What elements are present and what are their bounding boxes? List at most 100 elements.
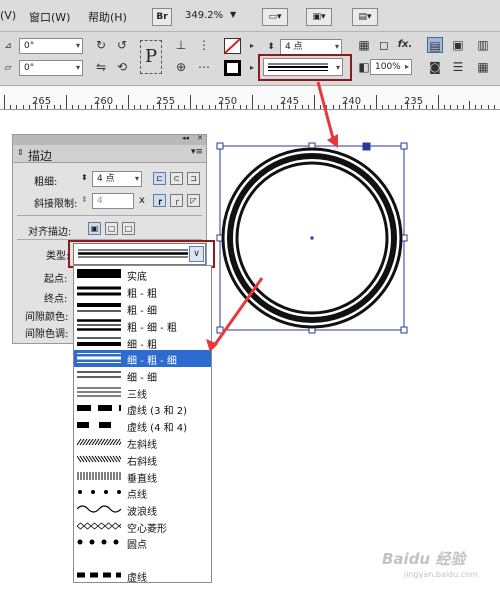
stroke-type-white-diamond[interactable]: 空心菱形	[74, 518, 211, 535]
stroke-type-label: 实底	[127, 272, 147, 283]
menu-view[interactable]: (V)	[0, 9, 16, 22]
menu-window[interactable]: 窗口(W)	[29, 9, 70, 25]
drop-shadow-icon[interactable]: ▦	[356, 37, 372, 53]
stroke-type-label: 虚线 (4 和 4)	[127, 423, 188, 434]
bridge-button[interactable]: Br	[152, 8, 172, 26]
join-round-icon[interactable]: ╭	[170, 194, 183, 207]
ruler-tick	[307, 105, 309, 109]
ruler-tick	[59, 105, 61, 109]
collapse-icon[interactable]: ◂◂	[182, 134, 189, 142]
frame-corner-handle[interactable]	[362, 142, 371, 151]
stroke-type-thin-thick-thin[interactable]: 细 - 粗 - 细	[74, 350, 211, 367]
arrange-documents-icon[interactable]: ▤▾	[352, 8, 378, 26]
view-options-icon[interactable]: ▭▾	[262, 8, 288, 26]
stroke-type-dashed-3-2[interactable]: 虚线 (3 和 2)	[74, 400, 211, 417]
wrap-next-column-icon[interactable]: ☰	[450, 59, 466, 75]
align-center-icon[interactable]: ⊕	[173, 59, 189, 75]
align-outside-stroke-icon[interactable]: □	[122, 222, 135, 235]
flip-icon[interactable]: ⇋	[93, 59, 109, 75]
stroke-type-thick-thin[interactable]: 粗 - 细	[74, 300, 211, 317]
panel-menu-icon[interactable]: ▾≡	[191, 147, 203, 157]
stroke-type-japanese-dots[interactable]: 圆点	[74, 534, 211, 551]
stroke-type-solid[interactable]: 实底	[74, 266, 211, 283]
cap-round-icon[interactable]: ⊂	[170, 172, 183, 185]
wrap-none-icon[interactable]: ▤	[427, 37, 443, 53]
triple-icon	[77, 387, 121, 397]
join-bevel-icon[interactable]: ◸	[187, 194, 200, 207]
stroke-type-label: 三线	[127, 390, 147, 401]
weight-spinner-icon[interactable]: ⬍	[81, 173, 88, 182]
wrap-invert-icon[interactable]: ▦	[475, 59, 491, 75]
panel-title[interactable]: 描边	[28, 147, 52, 164]
cap-square-icon[interactable]: ⊐	[187, 172, 200, 185]
ruler-tick	[165, 105, 167, 109]
effects-icon[interactable]: ◻	[376, 37, 392, 53]
stroke-weight-spinner-icon[interactable]: ⬍	[263, 39, 279, 55]
divider	[17, 215, 202, 216]
stroke-type-wavy[interactable]: 波浪线	[74, 501, 211, 518]
horizontal-ruler[interactable]: 265 260 255 250 245 240 235	[0, 86, 500, 110]
ruler-tick	[326, 105, 328, 109]
fill-swatch-icon[interactable]	[224, 38, 241, 54]
miter-x-label: x	[139, 195, 145, 206]
watermark: Baidu 经验	[382, 550, 466, 568]
circle-artwork[interactable]	[210, 136, 420, 336]
frame-handle[interactable]	[216, 326, 224, 334]
wavy-icon	[77, 505, 121, 513]
wrap-jump-icon[interactable]: ◙	[427, 59, 443, 75]
stroke-type-dotted[interactable]: 点线	[74, 484, 211, 501]
center-point	[310, 236, 314, 240]
frame-handle[interactable]	[216, 142, 224, 150]
select-container-icon[interactable]: ⋮	[196, 37, 212, 53]
fx-icon[interactable]: fx.	[397, 37, 413, 53]
zoom-chevron-icon[interactable]: ▼	[230, 10, 236, 19]
zoom-level[interactable]: 349.2%	[185, 10, 223, 21]
stroke-type-list[interactable]: 实底粗 - 粗粗 - 细粗 - 细 - 粗细 - 粗细 - 粗 - 细细 - 细…	[73, 265, 212, 584]
join-miter-icon[interactable]: ┏	[153, 194, 166, 207]
ruler-tick	[159, 101, 160, 109]
frame-handle[interactable]	[400, 326, 408, 334]
select-content-icon[interactable]: ⋯	[196, 59, 212, 75]
stroke-type-thick-thick[interactable]: 粗 - 粗	[74, 283, 211, 300]
weight-field[interactable]: 4 点 ▾	[92, 171, 142, 187]
wrap-bounding-icon[interactable]: ▣	[450, 37, 466, 53]
stroke-weight-field[interactable]: 4 点 ▾	[280, 39, 342, 55]
stroke-type-thin-thin[interactable]: 细 - 细	[74, 367, 211, 384]
stroke-type-thin-thick[interactable]: 细 - 粗	[74, 334, 211, 351]
tab-expand-icon[interactable]: ⇕	[17, 148, 24, 157]
shear-angle-field[interactable]: 0° ▾	[19, 60, 83, 76]
opacity-field[interactable]: 100% ▸	[370, 59, 412, 75]
stroke-type-right-slant-hash[interactable]: 右斜线	[74, 451, 211, 468]
rotate-angle-field[interactable]: 0° ▾	[19, 38, 83, 54]
ruler-tick	[90, 105, 92, 109]
gap-color-label: 间隙颜色:	[25, 312, 69, 323]
align-inside-stroke-icon[interactable]: ▢	[105, 222, 118, 235]
frame-handle[interactable]	[400, 142, 408, 150]
screen-mode-icon[interactable]: ▣▾	[306, 8, 332, 26]
stroke-swatch-icon[interactable]	[224, 60, 241, 76]
stroke-type-straight-hash[interactable]: 垂直线	[74, 468, 211, 485]
menu-help[interactable]: 帮助(H)	[88, 9, 127, 25]
wrap-shape-icon[interactable]: ▥	[475, 37, 491, 53]
panel-titlebar[interactable]	[13, 135, 206, 145]
stroke-type-left-slant-hash[interactable]: 左斜线	[74, 434, 211, 451]
rotate-ccw-icon[interactable]: ↺	[114, 37, 130, 53]
close-icon[interactable]: ✕	[197, 134, 203, 142]
ruler-tick	[419, 105, 421, 109]
p-reference-icon[interactable]: P	[140, 40, 162, 74]
stroke-type-triple[interactable]: 三线	[74, 384, 211, 401]
align-top-icon[interactable]: ⊥	[173, 37, 189, 53]
ruler-tick	[289, 105, 291, 109]
stroke-type-thick-thin-thick[interactable]: 粗 - 细 - 粗	[74, 317, 211, 334]
stroke-type-dashed-4-4[interactable]: 虚线 (4 和 4)	[74, 417, 211, 434]
ruler-tick	[252, 95, 253, 109]
miter-field[interactable]: 4	[92, 193, 134, 209]
align-center-stroke-icon[interactable]: ▣	[88, 222, 101, 235]
rotate-cw-icon[interactable]: ↻	[93, 37, 109, 53]
miter-spinner-icon[interactable]: ⬍	[81, 195, 88, 204]
fill-dropdown-icon[interactable]: ▸	[244, 38, 260, 54]
transform-again-icon[interactable]: ⟲	[114, 59, 130, 75]
cap-butt-icon[interactable]: ⊏	[153, 172, 166, 185]
stroke-type-dashed[interactable]: 虚线	[74, 567, 211, 584]
stroke-type-highlight-box	[258, 54, 352, 81]
